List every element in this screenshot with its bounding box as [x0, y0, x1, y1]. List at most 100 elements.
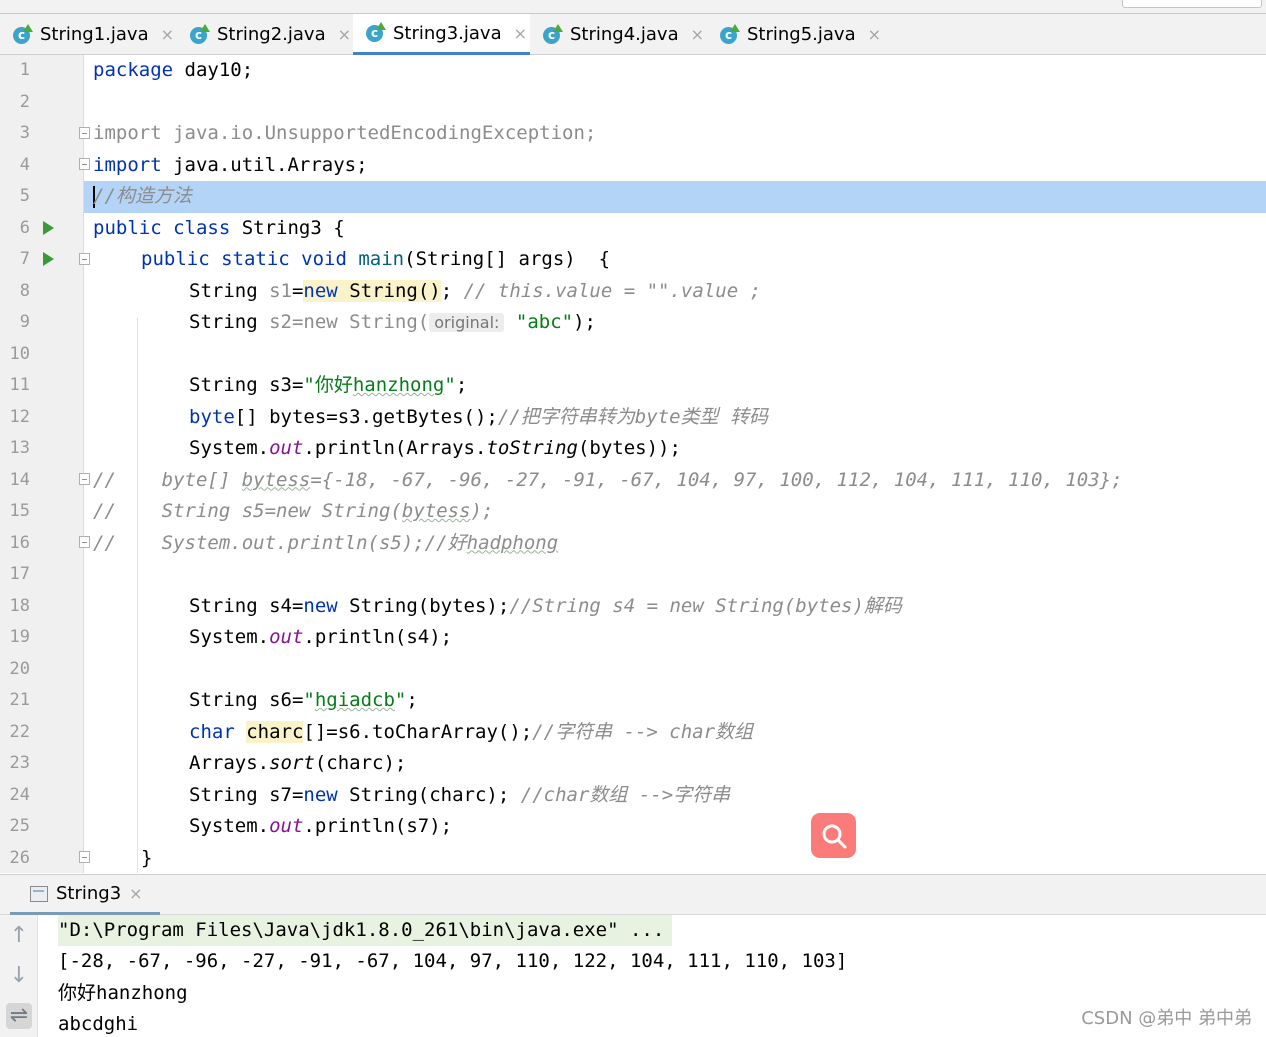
highlighted-code: charc: [246, 720, 304, 743]
code-text: String: [189, 279, 270, 302]
line-number: 8: [19, 280, 30, 301]
comment-prefix: //: [93, 500, 116, 522]
line-number: 15: [9, 501, 30, 521]
comment: );: [470, 500, 494, 522]
run-panel-header: String3 ×: [0, 874, 1266, 915]
comment-prefix: //: [93, 531, 116, 554]
line-number: 6: [19, 217, 30, 238]
tab-string3[interactable]: c String3.java ×: [353, 14, 530, 55]
soft-wrap-icon[interactable]: ⇌: [6, 1003, 32, 1029]
code-line-4: import java.util.Arrays;: [93, 150, 368, 182]
code-text: ;: [440, 279, 464, 302]
keyword: byte: [189, 405, 235, 428]
code-text: String s3=: [189, 374, 304, 396]
toolbar-field[interactable]: [1122, 0, 1262, 8]
fold-icon[interactable]: [79, 851, 90, 863]
line-number: 14: [9, 469, 30, 490]
static-field: out: [269, 815, 304, 837]
code-text: ;: [455, 374, 468, 396]
string-literal: ": [303, 689, 315, 711]
run-tab[interactable]: String3 ×: [10, 875, 160, 915]
code-text: String(charc);: [337, 783, 521, 806]
line-number: 12: [9, 406, 30, 427]
code-text: String3 {: [230, 216, 345, 239]
line-number: 10: [9, 343, 30, 364]
comment: //字符串 --> char数组: [532, 720, 754, 743]
string-literal: "abc": [515, 311, 574, 333]
line-number: 17: [9, 564, 30, 584]
code-line-9: String s2=new String(original: "abc");: [189, 307, 596, 339]
search-button[interactable]: [811, 813, 856, 858]
code-text: (bytes));: [577, 437, 681, 459]
tab-label: String3.java: [393, 22, 502, 44]
code-line-16: // System.out.println(s5);//好hadphong: [93, 528, 558, 560]
fold-icon[interactable]: [79, 158, 90, 170]
arrow-down-icon[interactable]: ↓: [6, 963, 32, 989]
code-text: String s7=: [189, 783, 304, 806]
string-literal: ": [444, 374, 456, 396]
code-line-19: System.out.println(s4);: [189, 622, 452, 654]
keyword: import: [93, 153, 162, 176]
java-class-icon: c: [12, 23, 33, 45]
tab-label: String2.java: [217, 24, 326, 45]
method-name: main: [358, 248, 405, 270]
fold-icon[interactable]: [79, 473, 90, 485]
static-field: out: [269, 437, 304, 459]
static-method: toString: [486, 437, 578, 459]
line-number: 13: [9, 438, 30, 458]
search-icon: [822, 824, 846, 848]
top-toolbar-strip: [0, 0, 1266, 14]
fold-icon[interactable]: [79, 536, 90, 548]
string-literal: "你好: [303, 374, 353, 396]
line-number: 3: [19, 123, 30, 143]
line-number: 26: [9, 847, 30, 868]
code-text: String s4=: [189, 594, 304, 617]
fold-icon[interactable]: [79, 253, 90, 265]
arrow-up-icon[interactable]: ↑: [6, 923, 32, 949]
code-line-7: public static void main(String[] args) {: [141, 244, 610, 276]
code-line-25: System.out.println(s7);: [189, 811, 452, 843]
code-editor[interactable]: 1 2 3 4 5 6 7 8 9 10 11 12 13 14 15 16 1…: [0, 55, 1266, 873]
tab-string4[interactable]: c String4.java ×: [530, 14, 707, 55]
line-number: 7: [19, 249, 30, 269]
code-line-21: String s6="hgiadcb";: [189, 685, 418, 717]
comment: // this.value = "".value ;: [463, 279, 762, 302]
keyword: public class: [93, 216, 231, 239]
run-gutter-icon[interactable]: [43, 221, 54, 235]
code-text: String s6=: [189, 689, 304, 711]
keyword: import: [93, 122, 162, 144]
parameter-hint: original:: [429, 313, 505, 332]
code-line-26: }: [141, 843, 152, 874]
unused-variable: s2: [269, 311, 292, 333]
code-line-24: String s7=new String(charc); //char数组 --…: [189, 780, 730, 812]
code-text: System.: [189, 437, 270, 459]
close-icon[interactable]: ×: [868, 25, 881, 44]
line-number: 4: [19, 154, 30, 175]
console-line: 你好hanzhong: [58, 982, 188, 1004]
close-icon[interactable]: ×: [161, 25, 174, 44]
string-literal: hgiadcb: [314, 689, 395, 711]
close-icon[interactable]: ×: [514, 24, 527, 43]
close-icon[interactable]: ×: [691, 25, 704, 44]
close-icon[interactable]: ×: [129, 884, 142, 903]
tab-string1[interactable]: c String1.java ×: [0, 14, 177, 55]
close-icon[interactable]: ×: [338, 25, 351, 44]
tab-string5[interactable]: c String5.java ×: [707, 14, 884, 55]
line-number: 23: [9, 753, 30, 773]
tab-label: String5.java: [747, 24, 856, 45]
highlighted-code: String(): [337, 279, 441, 302]
tab-string2[interactable]: c String2.java ×: [177, 14, 353, 55]
java-class-icon: c: [189, 23, 210, 45]
comment: //String s4 = new String(bytes)解码: [509, 594, 902, 617]
comment: ={-18, -67, -96, -27, -91, -67, 104, 97,…: [310, 468, 1123, 491]
code-line-12: byte[] bytes=s3.getBytes();//把字符串转为byte类…: [189, 402, 768, 434]
code-text: [] bytes=s3.getBytes();: [234, 405, 498, 428]
caret-row-highlight: [84, 181, 1266, 213]
fold-icon[interactable]: [79, 127, 90, 139]
comment: String s5=new String(: [115, 500, 402, 522]
static-method: sort: [269, 752, 315, 774]
line-number: 21: [9, 690, 30, 710]
indent-guide: [137, 318, 138, 873]
code-text: .println(s7);: [303, 815, 453, 837]
run-gutter-icon[interactable]: [43, 252, 54, 266]
